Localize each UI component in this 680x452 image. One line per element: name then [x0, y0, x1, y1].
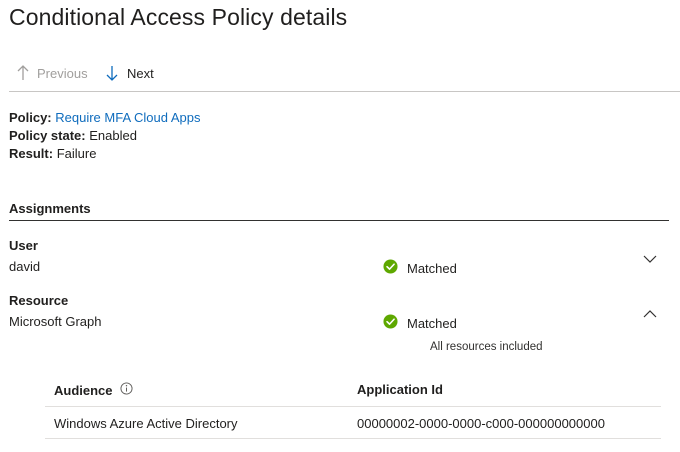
- check-circle-icon: [383, 314, 398, 332]
- user-value: david: [9, 259, 41, 274]
- result-row: Result: Failure: [9, 145, 201, 163]
- policy-row: Policy: Require MFA Cloud Apps: [9, 109, 201, 127]
- resource-status: Matched: [383, 314, 457, 332]
- next-label: Next: [127, 65, 154, 81]
- table-row: Windows Azure Active Directory 00000002-…: [45, 407, 661, 439]
- policy-link[interactable]: Require MFA Cloud Apps: [55, 110, 200, 125]
- audience-cell: Windows Azure Active Directory: [54, 416, 238, 431]
- result-value: Failure: [56, 146, 97, 161]
- application-id-cell: 00000002-0000-0000-c000-000000000000: [357, 416, 605, 431]
- info-icon[interactable]: [119, 382, 133, 398]
- policy-summary: Policy: Require MFA Cloud Apps Policy st…: [9, 109, 201, 163]
- user-status-label: Matched: [407, 260, 457, 276]
- navigation-toolbar: Previous Next: [9, 62, 680, 92]
- policy-state-value: Enabled: [89, 128, 137, 143]
- policy-label: Policy:: [9, 110, 52, 125]
- result-label: Result:: [9, 146, 54, 161]
- previous-button[interactable]: Previous: [17, 65, 88, 81]
- policy-details-page: Conditional Access Policy details Previo…: [0, 0, 680, 452]
- resource-label: Resource: [9, 293, 69, 308]
- check-circle-icon: [383, 259, 398, 277]
- policy-state-label: Policy state:: [9, 128, 86, 143]
- previous-label: Previous: [37, 65, 88, 81]
- arrow-up-icon: [17, 65, 29, 81]
- chevron-up-icon[interactable]: [643, 306, 657, 318]
- audience-header-label: Audience: [54, 382, 113, 398]
- next-button[interactable]: Next: [106, 65, 154, 81]
- application-id-column-header: Application Id: [357, 382, 443, 397]
- resource-note: All resources included: [430, 341, 543, 353]
- resource-table: Audience Application Id Windows Azure Ac…: [45, 374, 661, 439]
- user-status: Matched: [383, 259, 457, 277]
- chevron-down-icon[interactable]: [643, 251, 657, 263]
- assignments-heading: Assignments: [9, 201, 669, 221]
- user-label: User: [9, 238, 38, 253]
- policy-state-row: Policy state: Enabled: [9, 127, 201, 145]
- page-title: Conditional Access Policy details: [9, 4, 348, 30]
- resource-status-label: Matched: [407, 315, 457, 331]
- arrow-down-icon: [106, 65, 118, 81]
- resource-value: Microsoft Graph: [9, 314, 102, 329]
- table-header: Audience Application Id: [45, 374, 661, 407]
- audience-column-header: Audience: [54, 382, 133, 398]
